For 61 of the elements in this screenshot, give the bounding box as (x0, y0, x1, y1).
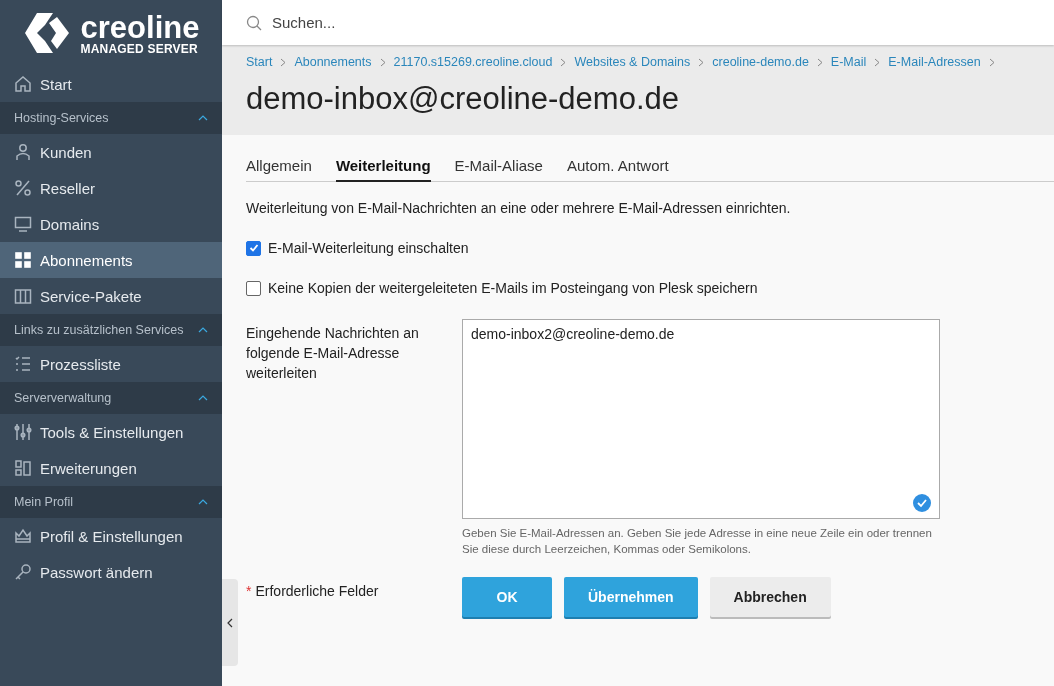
sidebar-item[interactable]: Kunden (0, 134, 222, 170)
chevron-icon (198, 499, 208, 505)
book-icon (14, 287, 32, 305)
required-mark: * (246, 582, 252, 601)
chevron-right-icon (874, 57, 881, 67)
key-icon (14, 563, 32, 581)
sidebar-item[interactable]: Abonnements (0, 242, 222, 278)
chevron-icon (198, 395, 208, 401)
tab[interactable]: Weiterleitung (335, 155, 431, 182)
sidebar-item[interactable]: Prozessliste (0, 346, 222, 382)
sidebar-item[interactable]: Domains (0, 206, 222, 242)
checkbox-label: E-Mail-Weiterleitung einschalten (268, 240, 469, 256)
chevron-right-icon (816, 57, 823, 67)
description-text: Weiterleitung von E-Mail-Nachrichten an eine oder mehrere E-Mail-Adressen einrichten. (246, 200, 792, 216)
checkbox-label: Keine Kopien der weitergeleiteten E-Mails im Posteingang von Plesk speichern (268, 280, 758, 296)
list-icon (14, 355, 32, 373)
search-icon (246, 14, 262, 31)
chevron-left-icon (227, 617, 233, 628)
logo-tagline: MANAGED SERVER (80, 42, 199, 55)
user-icon (14, 143, 32, 161)
breadcrumb-link[interactable]: Abonnements (294, 55, 372, 69)
field-label: Eingehende Nachrichten an folgende E-Mail-Adresse weiterleiten (246, 324, 420, 383)
checkmark-icon (248, 243, 259, 253)
chevron-right-icon (379, 57, 386, 67)
sidebar-section-header[interactable]: Hosting-Services (0, 102, 222, 134)
sidebar-item[interactable]: Passwort ändern (0, 554, 222, 590)
chevron-icon (198, 115, 208, 121)
checkbox[interactable] (246, 240, 261, 256)
sliders-icon (14, 423, 32, 441)
chevron-icon (198, 327, 208, 333)
tab[interactable]: Autom. Antwort (566, 155, 669, 182)
sidebar-item[interactable]: Reseller (0, 170, 222, 206)
logo-name: creoline (80, 11, 200, 43)
email-address-field[interactable]: demo-inbox2@creoline-demo.de (462, 319, 940, 519)
sidebar-item[interactable]: Tools & Einstellungen (0, 414, 222, 450)
collapse-sidebar-handle[interactable] (222, 579, 238, 666)
chevron-right-icon (988, 57, 995, 67)
search-field[interactable]: Suchen... (222, 0, 1054, 45)
tab[interactable]: E-Mail-Aliase (454, 155, 543, 182)
chevron-right-icon (280, 57, 287, 67)
sidebar-section-header[interactable]: Links zu zusätzlichen Services (0, 314, 222, 346)
monitor-icon (14, 215, 32, 233)
field-hint: Geben Sie E-Mail-Adressen an. Geben Sie jede Adresse in eine neue Zeile ein oder trennen Sie diese durch Leerzeichen, Kommas oder Semikolons. (462, 526, 933, 557)
page-title: demo-inbox@creoline-demo.de (246, 81, 680, 117)
sidebar-item[interactable]: Start (0, 66, 222, 102)
sidebar-item[interactable]: Service-Pakete (0, 278, 222, 314)
tab[interactable]: Allgemein (246, 155, 312, 182)
sidebar-section-header[interactable]: Serververwaltung (0, 382, 222, 414)
chevron-right-icon (698, 57, 705, 67)
home-icon (14, 75, 32, 93)
grid-icon (14, 251, 32, 269)
required-note: Erforderliche Felder (255, 582, 379, 601)
chevron-right-icon (560, 57, 567, 67)
checkmark-icon (913, 494, 931, 512)
checkbox[interactable] (246, 280, 261, 296)
cancel-button[interactable]: Abbrechen (709, 577, 831, 617)
sidebar-item[interactable]: Profil & Einstellungen (0, 518, 222, 554)
percent-icon (14, 179, 32, 197)
sidebar-item[interactable]: Erweiterungen (0, 450, 222, 486)
sidebar-section-header[interactable]: Mein Profil (0, 486, 222, 518)
crown-icon (14, 527, 32, 545)
